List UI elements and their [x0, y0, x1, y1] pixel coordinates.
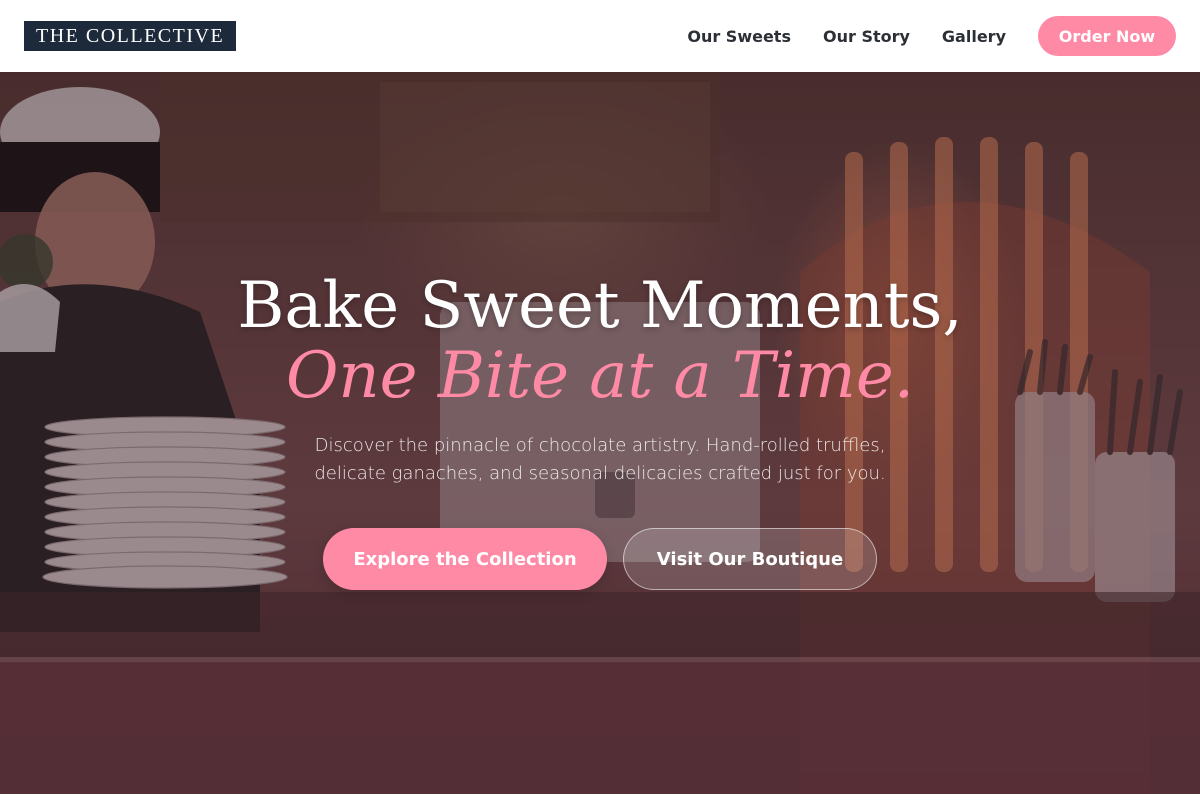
hero-title: Bake Sweet Moments,	[237, 269, 963, 343]
site-header: THE COLLECTIVE Our Sweets Our Story Gall…	[0, 0, 1200, 72]
hero-cta-group: Explore the Collection Visit Our Boutiqu…	[323, 528, 877, 590]
hero-description: Discover the pinnacle of chocolate artis…	[314, 435, 886, 484]
nav-link-our-sweets[interactable]: Our Sweets	[687, 27, 791, 46]
logo[interactable]: THE COLLECTIVE	[24, 21, 237, 51]
hero-content: Bake Sweet Moments, One Bite at a Time. …	[0, 72, 1200, 794]
explore-collection-button[interactable]: Explore the Collection	[323, 528, 607, 590]
main-nav: Our Sweets Our Story Gallery Order Now	[687, 16, 1176, 56]
hero-section: Bake Sweet Moments, One Bite at a Time. …	[0, 72, 1200, 794]
nav-link-our-story[interactable]: Our Story	[823, 27, 910, 46]
nav-link-gallery[interactable]: Gallery	[942, 27, 1006, 46]
hero-accent-title: One Bite at a Time.	[285, 339, 915, 413]
order-now-button[interactable]: Order Now	[1038, 16, 1176, 56]
visit-boutique-button[interactable]: Visit Our Boutique	[623, 528, 877, 590]
